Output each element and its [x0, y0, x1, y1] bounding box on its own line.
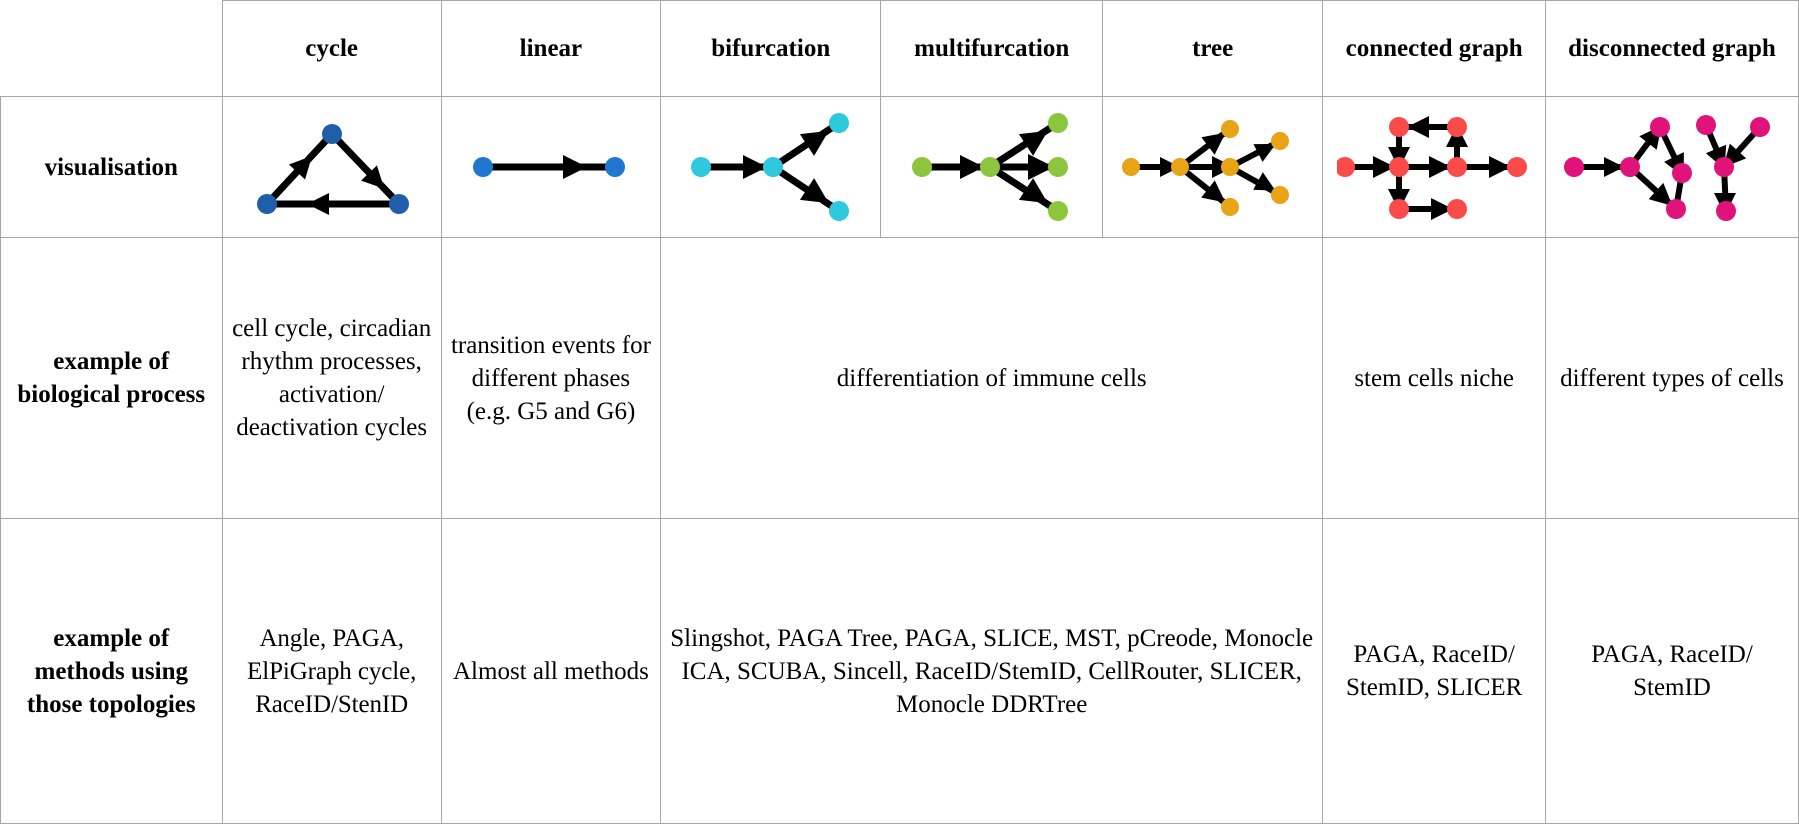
cell-visualisation-connected-graph [1322, 96, 1546, 238]
column-header-bifurcation: bifurcation [660, 0, 882, 97]
cell-visualisation-linear [440, 96, 662, 238]
cell-bio-cycle: cell cycle, circadian rhythm processes, … [221, 237, 442, 519]
connected-graph-icon [1323, 99, 1545, 235]
header-corner-blank [0, 0, 223, 97]
tree-graph-icon [1103, 99, 1322, 235]
cell-methods-linear: Almost all methods [440, 518, 662, 824]
table-header-row: cycle linear bifurcation multifurcation … [0, 0, 1799, 97]
column-header-connected-graph: connected graph [1322, 0, 1546, 97]
column-header-tree: tree [1101, 0, 1324, 97]
visualisation-row: visualisation [0, 96, 1799, 238]
cell-visualisation-cycle [221, 96, 442, 238]
cell-visualisation-tree [1101, 96, 1324, 238]
column-header-cycle: cycle [221, 0, 442, 97]
column-header-disconnected-graph: disconnected graph [1544, 0, 1799, 97]
cycle-graph-icon [223, 99, 441, 235]
disconnected-graph-icon [1546, 99, 1798, 235]
topology-comparison-table: cycle linear bifurcation multifurcation … [0, 0, 1799, 824]
column-header-multifurcation: multifurcation [880, 0, 1103, 97]
cell-visualisation-multifurcation [880, 96, 1103, 238]
cell-methods-cycle: Angle, PAGA, ElPiGraph cycle, RaceID/Ste… [221, 518, 442, 824]
bifurcation-graph-icon [661, 99, 880, 235]
cell-bio-disconnected: different types of cells [1544, 237, 1799, 519]
linear-graph-icon [442, 99, 660, 235]
multifurcation-graph-icon [881, 99, 1102, 235]
row-label-biological-process: example of biological process [0, 237, 223, 519]
column-header-linear: linear [440, 0, 662, 97]
cell-bio-connected: stem cells niche [1322, 237, 1546, 519]
cell-methods-disconnected: PAGA, RaceID/ StemID [1544, 518, 1799, 824]
biological-process-row: example of biological process cell cycle… [0, 237, 1799, 519]
cell-visualisation-bifurcation [660, 96, 882, 238]
cell-bio-immune-cells: differentiation of immune cells [660, 237, 1324, 519]
cell-visualisation-disconnected-graph [1544, 96, 1799, 238]
cell-methods-merged: Slingshot, PAGA Tree, PAGA, SLICE, MST, … [660, 518, 1324, 824]
cell-methods-connected: PAGA, RaceID/ StemID, SLICER [1322, 518, 1546, 824]
row-label-visualisation: visualisation [0, 96, 223, 238]
row-label-methods: example of methods using those topologie… [0, 518, 223, 824]
methods-row: example of methods using those topologie… [0, 518, 1799, 824]
cell-bio-linear: transition events for different phases (… [440, 237, 662, 519]
